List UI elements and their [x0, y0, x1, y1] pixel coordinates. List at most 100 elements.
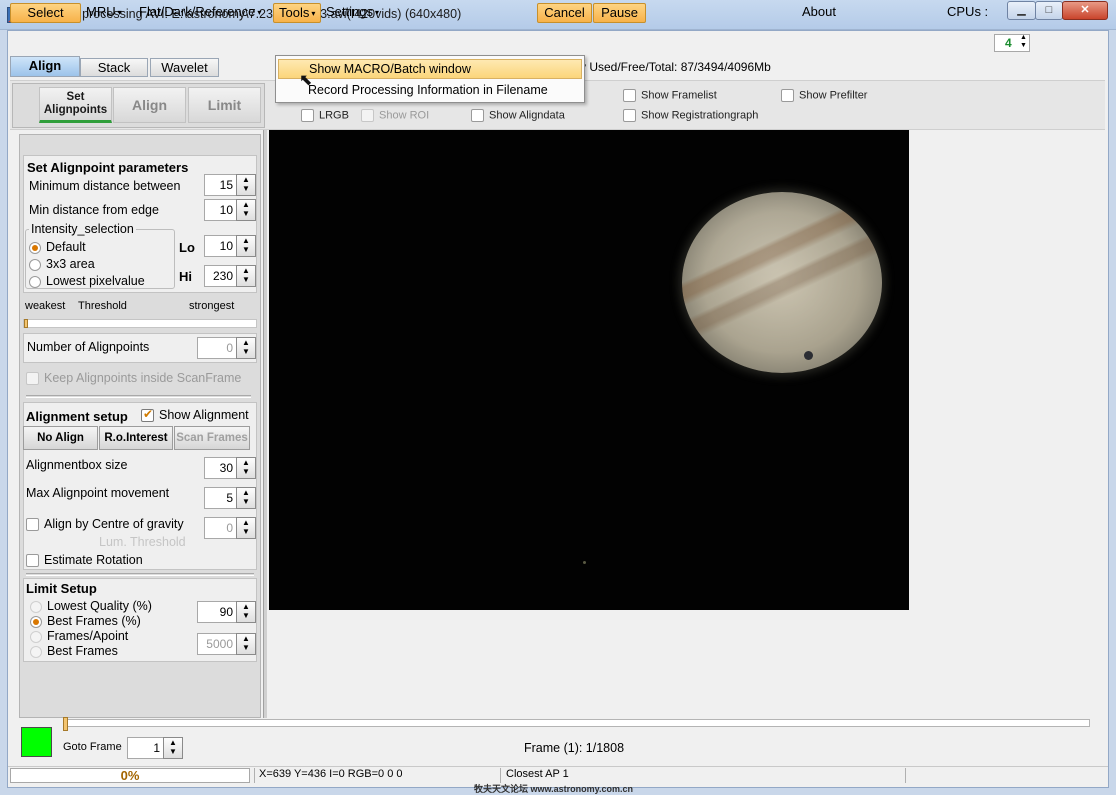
- estimate-rotation-checkbox[interactable]: [26, 554, 39, 568]
- no-align-button[interactable]: No Align: [23, 426, 98, 450]
- menu-item-record-processing-info[interactable]: Record Processing Information in Filenam…: [278, 81, 582, 101]
- show-aligndata-checkbox[interactable]: [471, 109, 484, 122]
- spinner-arrows-icon[interactable]: ▲ ▼: [236, 265, 256, 287]
- show-roi-checkbox[interactable]: [361, 109, 374, 122]
- scan-frames-button[interactable]: Scan Frames: [174, 426, 250, 450]
- panel-splitter[interactable]: [263, 130, 267, 718]
- alignmentbox-size-stepper[interactable]: 30 ▲ ▼: [204, 457, 256, 479]
- alignmentbox-size-value[interactable]: 30: [204, 457, 237, 479]
- estimate-rotation-option[interactable]: Estimate Rotation: [26, 553, 143, 568]
- radio-frames-apoint[interactable]: [30, 630, 42, 643]
- show-alignment-option[interactable]: Show Alignment: [141, 407, 249, 423]
- spinner-arrows-icon[interactable]: ▲ ▼: [236, 337, 256, 359]
- spinner-arrows-icon[interactable]: ▲ ▼: [1020, 34, 1027, 50]
- min-distance-edge-value[interactable]: 10: [204, 199, 237, 221]
- menu-tools[interactable]: Tools ▾: [273, 3, 322, 23]
- radio-3x3[interactable]: [29, 258, 41, 271]
- limit-best-frames-option[interactable]: Best Frames: [30, 644, 118, 658]
- menu-settings[interactable]: Settings ▾: [321, 3, 384, 23]
- min-distance-between-stepper[interactable]: 15 ▲ ▼: [204, 174, 256, 196]
- spinner-arrows-icon[interactable]: ▲ ▼: [236, 517, 256, 539]
- min-distance-edge-stepper[interactable]: 10 ▲ ▼: [204, 199, 256, 221]
- intensity-3x3-option[interactable]: 3x3 area: [29, 257, 95, 271]
- radio-default[interactable]: [29, 241, 41, 254]
- pause-button[interactable]: Pause: [593, 3, 646, 23]
- goto-frame-stepper[interactable]: 1 ▲ ▼: [127, 737, 183, 759]
- maximize-icon[interactable]: □: [1035, 1, 1063, 20]
- show-registrationgraph-option[interactable]: Show Registrationgraph: [623, 109, 758, 122]
- keep-inside-checkbox[interactable]: [26, 372, 39, 386]
- cpus-stepper[interactable]: 4 ▲ ▼: [994, 34, 1030, 52]
- show-framelist-checkbox[interactable]: [623, 89, 636, 102]
- frames-stepper[interactable]: 5000 ▲ ▼: [197, 633, 256, 655]
- hi-value[interactable]: 230: [204, 265, 237, 287]
- min-distance-edge-label: Min distance from edge: [29, 203, 159, 217]
- centre-gravity-option[interactable]: Align by Centre of gravity: [26, 517, 184, 532]
- frames-value[interactable]: 5000: [197, 633, 237, 655]
- menu-mru[interactable]: MRU ▾: [81, 3, 127, 23]
- centre-gravity-value[interactable]: 0: [204, 517, 237, 539]
- spinner-arrows-icon[interactable]: ▲ ▼: [236, 457, 256, 479]
- max-movement-stepper[interactable]: 5 ▲ ▼: [204, 487, 256, 509]
- select-button[interactable]: Select: [10, 3, 81, 23]
- quality-stepper[interactable]: 90 ▲ ▼: [197, 601, 256, 623]
- lo-stepper[interactable]: 10 ▲ ▼: [204, 235, 256, 257]
- lo-value[interactable]: 10: [204, 235, 237, 257]
- lrgb-option[interactable]: LRGB: [301, 109, 349, 122]
- about-button[interactable]: About: [797, 3, 841, 23]
- show-registrationgraph-checkbox[interactable]: [623, 109, 636, 122]
- num-alignpoints-value[interactable]: 0: [197, 337, 237, 359]
- radio-best-frames-pct[interactable]: [30, 615, 42, 628]
- max-movement-value[interactable]: 5: [204, 487, 237, 509]
- limit-best-frames-pct-option[interactable]: Best Frames (%): [30, 614, 141, 628]
- hi-stepper[interactable]: 230 ▲ ▼: [204, 265, 256, 287]
- subtab-set-alignpoints[interactable]: Set Alignpoints: [39, 87, 112, 123]
- spinner-arrows-icon[interactable]: ▲ ▼: [236, 487, 256, 509]
- show-alignment-checkbox[interactable]: [141, 407, 154, 423]
- spinner-arrows-icon[interactable]: ▲ ▼: [236, 601, 256, 623]
- radio-best-frames[interactable]: [30, 645, 42, 658]
- show-aligndata-option[interactable]: Show Aligndata: [471, 109, 565, 122]
- show-prefilter-option[interactable]: Show Prefilter: [781, 89, 867, 102]
- show-framelist-option[interactable]: Show Framelist: [623, 89, 717, 102]
- centre-gravity-stepper[interactable]: 0 ▲ ▼: [204, 517, 256, 539]
- limit-frames-apoint-option[interactable]: Frames/Apoint: [30, 629, 128, 643]
- menu-mru-label: MRU: [86, 4, 116, 19]
- subtab-limit[interactable]: Limit: [188, 87, 261, 123]
- radio-lowest-quality[interactable]: [30, 600, 42, 613]
- keep-inside-scanframe-option[interactable]: Keep Alignpoints inside ScanFrame: [26, 371, 241, 386]
- memory-usage-text: y Used/Free/Total: 87/3494/4096Mb: [580, 60, 771, 74]
- show-prefilter-checkbox[interactable]: [781, 89, 794, 102]
- min-distance-between-value[interactable]: 15: [204, 174, 237, 196]
- close-icon[interactable]: ✕: [1062, 1, 1108, 20]
- centre-gravity-checkbox[interactable]: [26, 518, 39, 532]
- tab-stack[interactable]: Stack: [80, 58, 148, 77]
- image-view[interactable]: [269, 130, 909, 610]
- threshold-slider-thumb[interactable]: [24, 319, 28, 328]
- intensity-lowest-option[interactable]: Lowest pixelvalue: [29, 274, 145, 288]
- goto-frame-value[interactable]: 1: [127, 737, 164, 759]
- subtab-align[interactable]: Align: [113, 87, 186, 123]
- radio-lowest[interactable]: [29, 275, 41, 288]
- tab-wavelet[interactable]: Wavelet: [150, 58, 219, 77]
- show-roi-option[interactable]: Show ROI: [361, 109, 429, 122]
- cancel-button[interactable]: Cancel: [537, 3, 592, 23]
- menu-flat-dark-reference[interactable]: Flat/Dark/Reference ▾: [134, 3, 266, 23]
- limit-lowest-quality-option[interactable]: Lowest Quality (%): [30, 599, 152, 613]
- lrgb-checkbox[interactable]: [301, 109, 314, 122]
- frame-slider[interactable]: [64, 719, 1090, 727]
- spinner-arrows-icon[interactable]: ▲ ▼: [236, 235, 256, 257]
- spinner-arrows-icon[interactable]: ▲ ▼: [236, 633, 256, 655]
- tab-align[interactable]: Align: [10, 56, 80, 77]
- threshold-slider[interactable]: [23, 319, 257, 328]
- spinner-arrows-icon[interactable]: ▲ ▼: [236, 174, 256, 196]
- ro-interest-button[interactable]: R.o.Interest: [99, 426, 173, 450]
- spinner-arrows-icon[interactable]: ▲ ▼: [236, 199, 256, 221]
- frame-slider-thumb[interactable]: [63, 717, 68, 731]
- quality-value[interactable]: 90: [197, 601, 237, 623]
- menu-item-show-macro-batch[interactable]: Show MACRO/Batch window: [278, 59, 582, 79]
- num-alignpoints-stepper[interactable]: 0 ▲ ▼: [197, 337, 256, 359]
- spinner-arrows-icon[interactable]: ▲ ▼: [163, 737, 183, 759]
- intensity-default-option[interactable]: Default: [29, 240, 86, 254]
- minimize-icon[interactable]: ▁: [1007, 1, 1036, 20]
